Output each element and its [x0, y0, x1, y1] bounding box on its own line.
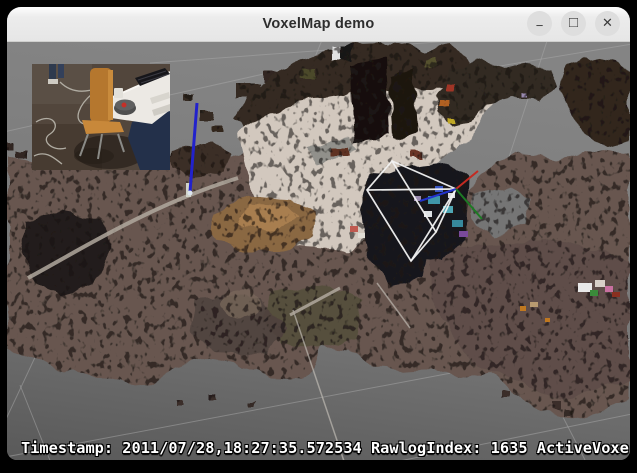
maximize-button[interactable]: □	[561, 11, 586, 36]
window-title: VoxelMap demo	[263, 16, 375, 32]
app-window: VoxelMap demo − □ ✕	[7, 7, 630, 460]
maximize-icon: □	[569, 15, 578, 30]
minimize-icon: −	[536, 19, 544, 32]
window-titlebar[interactable]: VoxelMap demo − □ ✕	[7, 7, 630, 42]
voxel-map-canvas[interactable]	[7, 41, 630, 460]
window-controls: − □ ✕	[527, 11, 620, 36]
camera-inset-image	[32, 64, 170, 170]
inset-red-button-device	[114, 100, 136, 116]
inset-mug	[114, 88, 123, 98]
minimize-button[interactable]: −	[527, 11, 552, 36]
close-icon: ✕	[602, 16, 613, 29]
3d-viewport[interactable]: Timestamp: 2011/07/28,18:27:35.572534 Ra…	[7, 41, 630, 460]
close-button[interactable]: ✕	[595, 11, 620, 36]
status-text: Timestamp: 2011/07/28,18:27:35.572534 Ra…	[21, 439, 630, 457]
monitor-voxels	[350, 58, 390, 142]
